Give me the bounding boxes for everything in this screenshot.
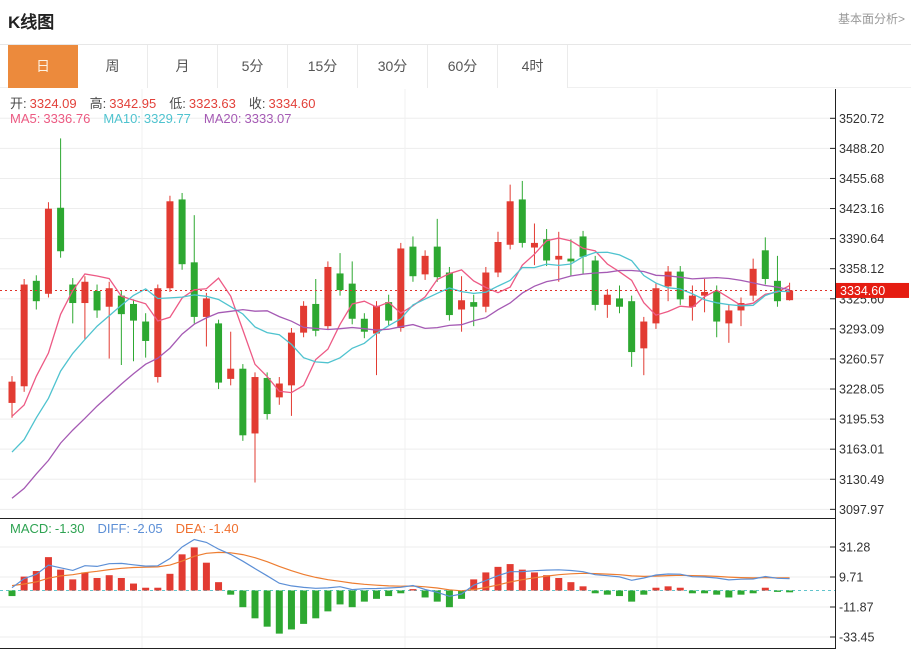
readout-pair: 高:3342.95 <box>90 96 157 111</box>
readout-pair: 开:3324.09 <box>10 96 77 111</box>
interval-tab-1[interactable]: 周 <box>78 45 148 88</box>
readout-pair: MA10:3329.77 <box>103 111 191 126</box>
interval-tab-4[interactable]: 15分 <box>288 45 358 88</box>
current-price-tag: 3334.60 <box>836 283 909 298</box>
svg-text:3334.60: 3334.60 <box>840 284 885 298</box>
interval-tab-6[interactable]: 60分 <box>428 45 498 88</box>
svg-text:-11.87: -11.87 <box>839 601 874 615</box>
interval-tab-7[interactable]: 4时 <box>498 45 568 88</box>
svg-text:31.28: 31.28 <box>839 541 870 555</box>
interval-tab-0[interactable]: 日 <box>8 45 78 88</box>
readout-pair: MA5:3336.76 <box>10 111 90 126</box>
svg-text:3423.16: 3423.16 <box>839 202 884 216</box>
svg-text:3260.57: 3260.57 <box>839 352 884 366</box>
interval-tab-3[interactable]: 5分 <box>218 45 288 88</box>
interval-tab-2[interactable]: 月 <box>148 45 218 88</box>
fundamental-analysis-link[interactable]: 基本面分析> <box>838 10 905 27</box>
svg-text:3488.20: 3488.20 <box>839 142 884 156</box>
svg-text:3163.01: 3163.01 <box>839 443 884 457</box>
svg-text:3455.68: 3455.68 <box>839 172 884 186</box>
svg-text:3228.05: 3228.05 <box>839 383 884 397</box>
readout-pair: 低:3323.63 <box>169 96 236 111</box>
page-title: K线图 <box>8 8 54 33</box>
axis-labels: 3520.72 3488.20 3455.68 3423.16 3390.64 3358.… <box>830 112 884 645</box>
svg-text:-33.45: -33.45 <box>839 631 874 645</box>
interval-tabs: 日周月5分15分30分60分4时 <box>8 45 568 88</box>
interval-tab-band: 日周月5分15分30分60分4时 <box>0 44 911 88</box>
ohlc-readout: 开:3324.09 高:3342.95 低:3323.63 收:3334.60 <box>10 93 329 112</box>
readout-pair: MACD:-1.30 <box>10 521 85 536</box>
svg-text:3390.64: 3390.64 <box>839 232 884 246</box>
interval-tab-5[interactable]: 30分 <box>358 45 428 88</box>
kline-page: { "header": { "title": "K线图", "link": "基… <box>0 0 911 651</box>
readout-pair: DEA:-1.40 <box>176 521 239 536</box>
candles <box>9 138 794 482</box>
svg-text:3358.12: 3358.12 <box>839 262 884 276</box>
ma-readout: MA5:3336.76 MA10:3329.77 MA20:3333.07 <box>10 111 305 126</box>
svg-text:3097.97: 3097.97 <box>839 503 884 517</box>
svg-text:3130.49: 3130.49 <box>839 473 884 487</box>
header: K线图 基本面分析> <box>0 0 911 44</box>
dea-line <box>12 552 790 590</box>
svg-text:3520.72: 3520.72 <box>839 112 884 126</box>
readout-pair: 收:3334.60 <box>249 96 316 111</box>
svg-text:9.71: 9.71 <box>839 571 863 585</box>
readout-pair: DIFF:-2.05 <box>98 521 163 536</box>
readout-pair: MA20:3333.07 <box>204 111 292 126</box>
macd-readout: MACD:-1.30 DIFF:-2.05 DEA:-1.40 <box>10 521 252 536</box>
svg-text:3195.53: 3195.53 <box>839 413 884 427</box>
svg-text:3293.09: 3293.09 <box>839 322 884 336</box>
